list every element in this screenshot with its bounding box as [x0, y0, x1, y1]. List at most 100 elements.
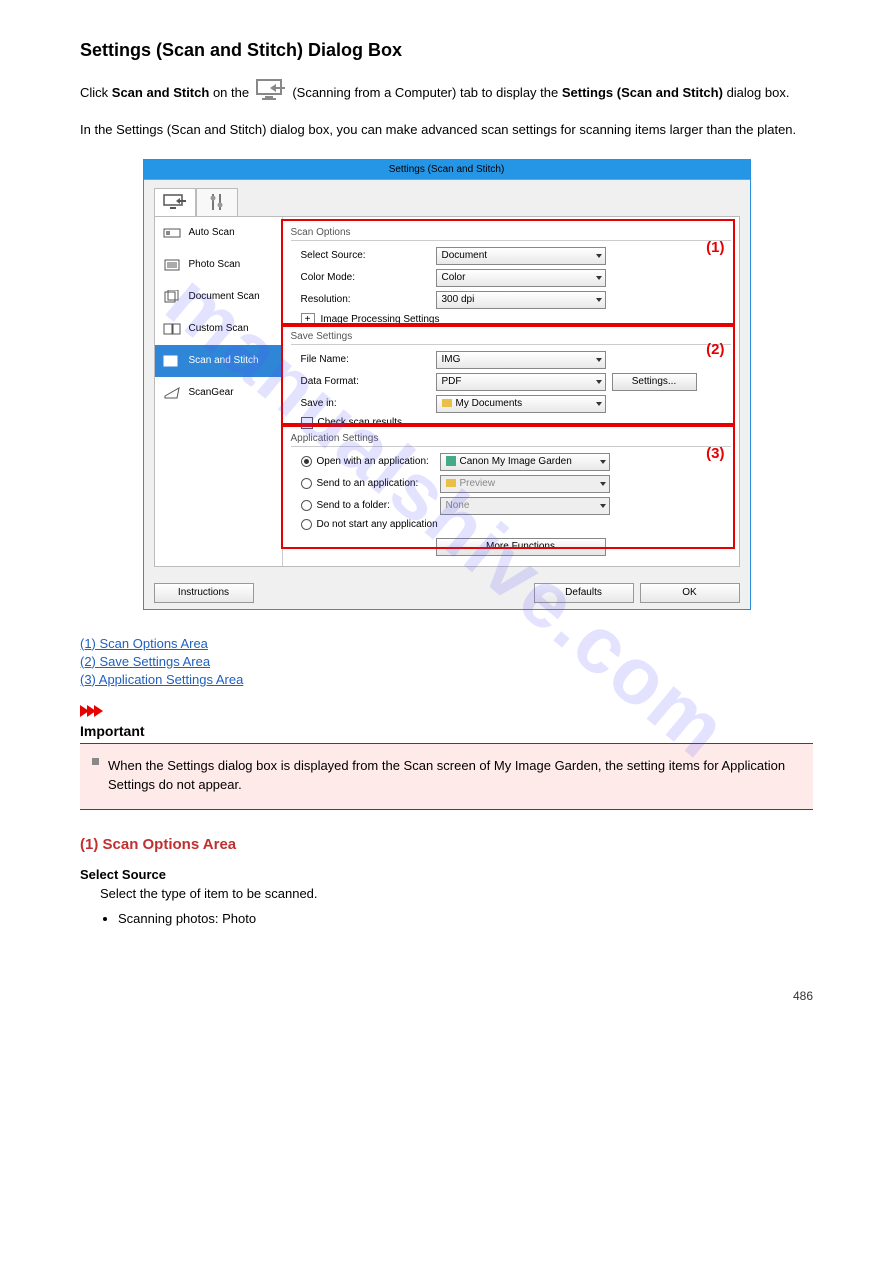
radio-no-app[interactable]	[301, 519, 312, 530]
intro-text-d: (Scanning from a Computer) tab to displa…	[292, 85, 562, 100]
settings-dialog: Settings (Scan and Stitch) Auto Scan	[143, 159, 751, 610]
link-application-settings[interactable]: (3) Application Settings Area	[80, 672, 243, 687]
label-check-results: Check scan results	[318, 417, 402, 428]
dialog-titlebar: Settings (Scan and Stitch)	[144, 160, 750, 180]
select-send-folder[interactable]: None	[440, 497, 610, 515]
sidebar-item-document-scan[interactable]: Document Scan	[155, 281, 282, 313]
sidebar-item-photo-scan[interactable]: Photo Scan	[155, 249, 282, 281]
auto-scan-icon	[163, 226, 181, 240]
group-application-settings: Application Settings	[291, 433, 731, 447]
label-no-app: Do not start any application	[317, 519, 438, 530]
ok-button[interactable]: OK	[640, 583, 740, 603]
dialog-content: (1) (2) (3) Scan Options Select Source: …	[283, 217, 739, 566]
checkbox-check-results[interactable]	[301, 417, 313, 429]
radio-send-folder[interactable]	[301, 500, 312, 511]
important-box: When the Settings dialog box is displaye…	[80, 743, 813, 810]
tab-general[interactable]	[196, 188, 238, 216]
sidebar-item-custom-scan[interactable]: Custom Scan	[155, 313, 282, 345]
important-text: When the Settings dialog box is displaye…	[108, 758, 785, 793]
label-color-mode: Color Mode:	[301, 272, 436, 283]
label-open-app: Open with an application:	[317, 456, 440, 467]
label-save-in: Save in:	[301, 398, 436, 409]
expand-image-processing[interactable]: +	[301, 313, 315, 327]
sidebar-label-auto-scan: Auto Scan	[189, 227, 235, 238]
photo-scan-icon	[163, 258, 181, 272]
sidebar-item-scan-stitch[interactable]: Scan and Stitch	[155, 345, 282, 377]
group-scan-options: Scan Options	[291, 227, 731, 241]
sidebar-label-photo-scan: Photo Scan	[189, 259, 241, 270]
dialog-sidebar: Auto Scan Photo Scan Document Scan Custo…	[155, 217, 283, 566]
label-send-folder: Send to a folder:	[317, 500, 440, 511]
field-select-source-desc: Select the type of item to be scanned. S…	[100, 884, 813, 929]
file-name-value: IMG	[442, 354, 461, 365]
sidebar-item-auto-scan[interactable]: Auto Scan	[155, 217, 282, 249]
link-scan-options[interactable]: (1) Scan Options Area	[80, 636, 208, 651]
intro-bold-1: Scan and Stitch	[112, 85, 210, 100]
data-format-value: PDF	[442, 376, 462, 387]
page-number: 486	[0, 989, 893, 1033]
folder-icon	[442, 399, 452, 407]
select-color-mode-value: Color	[442, 272, 466, 283]
select-open-app[interactable]: Canon My Image Garden	[440, 453, 610, 471]
select-send-app[interactable]: Preview	[440, 475, 610, 493]
intro-text-f: dialog box.	[727, 85, 790, 100]
important-arrow-icon	[80, 705, 813, 717]
sidebar-label-custom-scan: Custom Scan	[189, 323, 249, 334]
intro-text-c: on the	[213, 85, 253, 100]
link-save-settings[interactable]: (2) Save Settings Area	[80, 654, 210, 669]
input-file-name[interactable]: IMG	[436, 351, 606, 369]
defaults-label: Defaults	[565, 587, 602, 598]
select-save-in[interactable]: My Documents	[436, 395, 606, 413]
label-image-processing: Image Processing Settings	[321, 314, 440, 325]
intro-text-a: Click	[80, 85, 112, 100]
paragraph-2: In the Settings (Scan and Stitch) dialog…	[80, 120, 813, 141]
sidebar-label-scan-stitch: Scan and Stitch	[189, 355, 259, 366]
more-functions-label: More Functions	[486, 541, 555, 552]
sidebar-label-document-scan: Document Scan	[189, 291, 260, 302]
field-select-source: Select Source	[80, 867, 813, 882]
defaults-button[interactable]: Defaults	[534, 583, 634, 603]
important-title: Important	[80, 723, 813, 739]
sidebar-item-scangear[interactable]: ScanGear	[155, 377, 282, 409]
instructions-label: Instructions	[178, 587, 229, 598]
label-data-format: Data Format:	[301, 376, 436, 387]
bullet-icon	[92, 758, 99, 765]
open-app-value: Canon My Image Garden	[460, 456, 572, 467]
select-resolution[interactable]: 300 dpi	[436, 291, 606, 309]
scangear-icon	[163, 386, 181, 400]
scan-stitch-icon	[163, 354, 181, 368]
label-select-source: Select Source:	[301, 250, 436, 261]
data-format-settings-button[interactable]: Settings...	[612, 373, 697, 391]
document-scan-icon	[163, 290, 181, 304]
instructions-button[interactable]: Instructions	[154, 583, 254, 603]
sidebar-label-scangear: ScanGear	[189, 387, 234, 398]
label-resolution: Resolution:	[301, 294, 436, 305]
preview-icon	[446, 479, 456, 487]
radio-open-app[interactable]	[301, 456, 312, 467]
subhead-scan-options: (1) Scan Options Area	[80, 836, 813, 853]
highlight-1-label: (1)	[706, 239, 724, 256]
highlight-3-label: (3)	[706, 445, 724, 462]
field-desc-text: Select the type of item to be scanned.	[100, 886, 318, 901]
intro-bold-2: Settings (Scan and Stitch)	[562, 85, 723, 100]
select-resolution-value: 300 dpi	[442, 294, 475, 305]
send-app-value: Preview	[460, 478, 496, 489]
label-send-app: Send to an application:	[317, 478, 440, 489]
intro-paragraph: Click Scan and Stitch on the (Scanning f…	[80, 79, 813, 108]
tab-scan-from-computer[interactable]	[154, 188, 196, 216]
select-data-format[interactable]: PDF	[436, 373, 606, 391]
highlight-2-label: (2)	[706, 341, 724, 358]
label-file-name: File Name:	[301, 354, 436, 365]
radio-send-app[interactable]	[301, 478, 312, 489]
select-source-value: Document	[442, 250, 488, 261]
ok-label: OK	[682, 587, 696, 598]
more-functions-button[interactable]: More Functions	[436, 538, 606, 556]
settings-btn-label: Settings...	[632, 376, 676, 387]
save-in-value: My Documents	[456, 398, 523, 409]
page-title: Settings (Scan and Stitch) Dialog Box	[80, 40, 813, 61]
section-links: (1) Scan Options Area (2) Save Settings …	[80, 636, 813, 687]
select-source[interactable]: Document	[436, 247, 606, 265]
group-save-settings: Save Settings	[291, 331, 731, 345]
field-desc-li1: Scanning photos: Photo	[118, 909, 813, 929]
select-color-mode[interactable]: Color	[436, 269, 606, 287]
